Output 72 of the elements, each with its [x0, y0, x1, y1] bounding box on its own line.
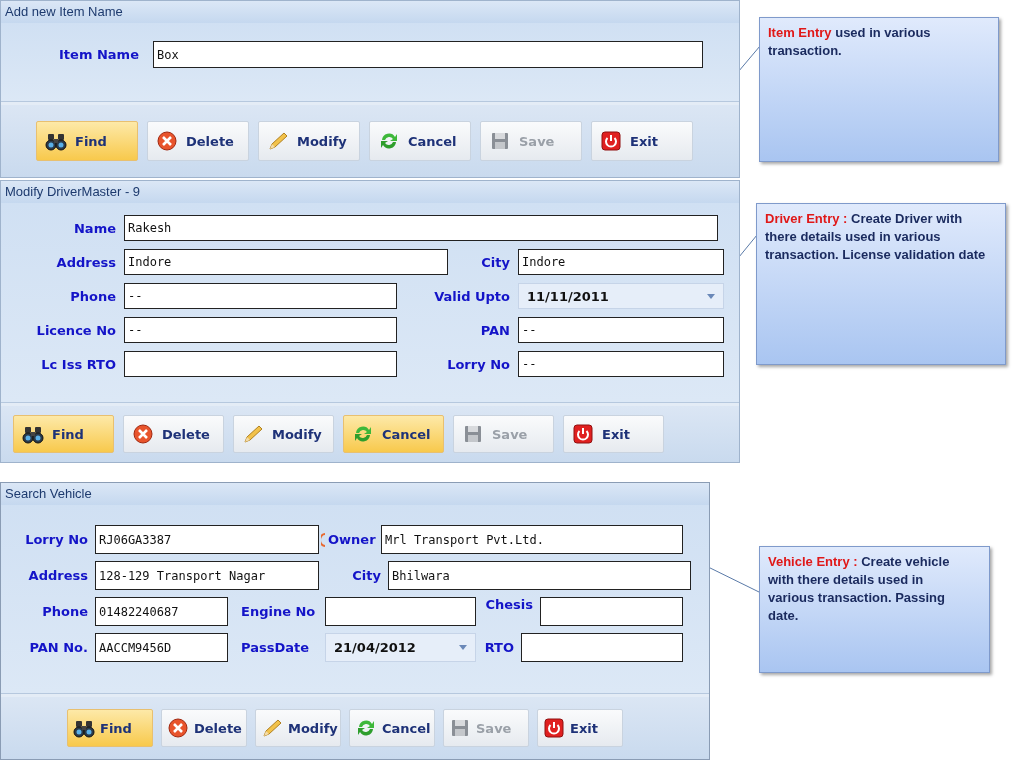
window-title: Modify DriverMaster - 9 [1, 181, 739, 203]
field-label: Address [27, 568, 88, 583]
toolbar-button[interactable]: Delete [161, 709, 247, 747]
field-label: Licence No [35, 322, 116, 338]
field-label: Phone [41, 604, 88, 619]
input-field[interactable]: RJ06GA3387 [95, 525, 319, 554]
input-field[interactable]: -- [518, 317, 724, 343]
toolbar-button[interactable]: Modify [233, 415, 334, 453]
field-label: Chesis [484, 597, 533, 612]
toolbar-button[interactable]: Find [36, 121, 138, 161]
input-field[interactable]: Indore [124, 249, 448, 275]
close-circle-icon [167, 717, 189, 739]
input-field[interactable]: Bhilwara [388, 561, 691, 590]
caret-icon [459, 645, 467, 650]
field-label: City [480, 254, 510, 270]
field-label: Phone [69, 288, 116, 304]
toolbar-button[interactable]: Cancel [369, 121, 471, 161]
toolbar-button[interactable]: Find [67, 709, 153, 747]
field-label: Engine No [240, 604, 317, 619]
input-field[interactable]: 01482240687 [95, 597, 228, 626]
field-label: Lorry No [446, 356, 510, 372]
field-label: Lorry No [24, 532, 88, 547]
caret-icon [707, 293, 715, 299]
input-field[interactable]: Box [153, 41, 703, 68]
power-icon [572, 423, 594, 445]
toolbar-button[interactable]: Cancel [343, 415, 444, 453]
close-circle-icon [156, 130, 178, 152]
field-label: Owner [328, 532, 374, 547]
callout-text: Driver Entry : Create Driver with there details used in various transaction. License validation date [765, 210, 987, 264]
date-picker[interactable]: 21/04/2012 [325, 633, 476, 662]
input-field[interactable]: -- [124, 317, 397, 343]
callout-text: Item Entry used in various transaction. [768, 24, 932, 60]
power-icon [543, 717, 565, 739]
input-field[interactable] [325, 597, 476, 626]
input-field[interactable]: Mrl Transport Pvt.Ltd. [381, 525, 683, 554]
input-field[interactable]: 128-129 Transport Nagar [95, 561, 319, 590]
input-field[interactable]: -- [124, 283, 397, 309]
field-label: PassDate [240, 640, 311, 655]
toolbar-button[interactable]: Modify [255, 709, 341, 747]
toolbar-button[interactable]: Exit [563, 415, 664, 453]
window-title: Search Vehicle [1, 483, 709, 505]
input-field[interactable]: Indore [518, 249, 724, 275]
input-field[interactable]: Rakesh [124, 215, 718, 241]
input-field[interactable] [521, 633, 683, 662]
close-circle-icon [132, 423, 154, 445]
pencil-icon [242, 423, 264, 445]
toolbar-button[interactable]: Exit [591, 121, 693, 161]
pencil-icon [267, 130, 289, 152]
field-label: RTO [483, 640, 514, 655]
field-label: PAN [479, 322, 510, 338]
toolbar-button[interactable]: Find [13, 415, 114, 453]
input-field[interactable] [124, 351, 397, 377]
toolbar-button[interactable]: Delete [123, 415, 224, 453]
field-label: City [351, 568, 381, 583]
field-label: PAN No. [28, 640, 88, 655]
field-label: Name [73, 220, 116, 236]
input-field[interactable] [540, 597, 683, 626]
field-label: Item Name [58, 47, 139, 62]
toolbar-button[interactable]: Exit [537, 709, 623, 747]
field-label: Address [55, 254, 116, 270]
toolbar-button[interactable]: Modify [258, 121, 360, 161]
window-title: Add new Item Name [1, 1, 739, 23]
date-picker[interactable]: 11/11/2011 [518, 283, 724, 309]
toolbar-button[interactable]: Cancel [349, 709, 435, 747]
field-label: Valid Upto [433, 288, 510, 304]
input-field[interactable]: AACCM9456D [95, 633, 228, 662]
pencil-icon [261, 717, 283, 739]
input-field[interactable]: -- [518, 351, 724, 377]
toolbar-button[interactable]: Delete [147, 121, 249, 161]
power-icon [600, 130, 622, 152]
callout-text: Vehicle Entry : Create vehicle with there details used in various transaction. Passing date. [768, 553, 951, 625]
field-label: Lc Iss RTO [40, 356, 116, 372]
